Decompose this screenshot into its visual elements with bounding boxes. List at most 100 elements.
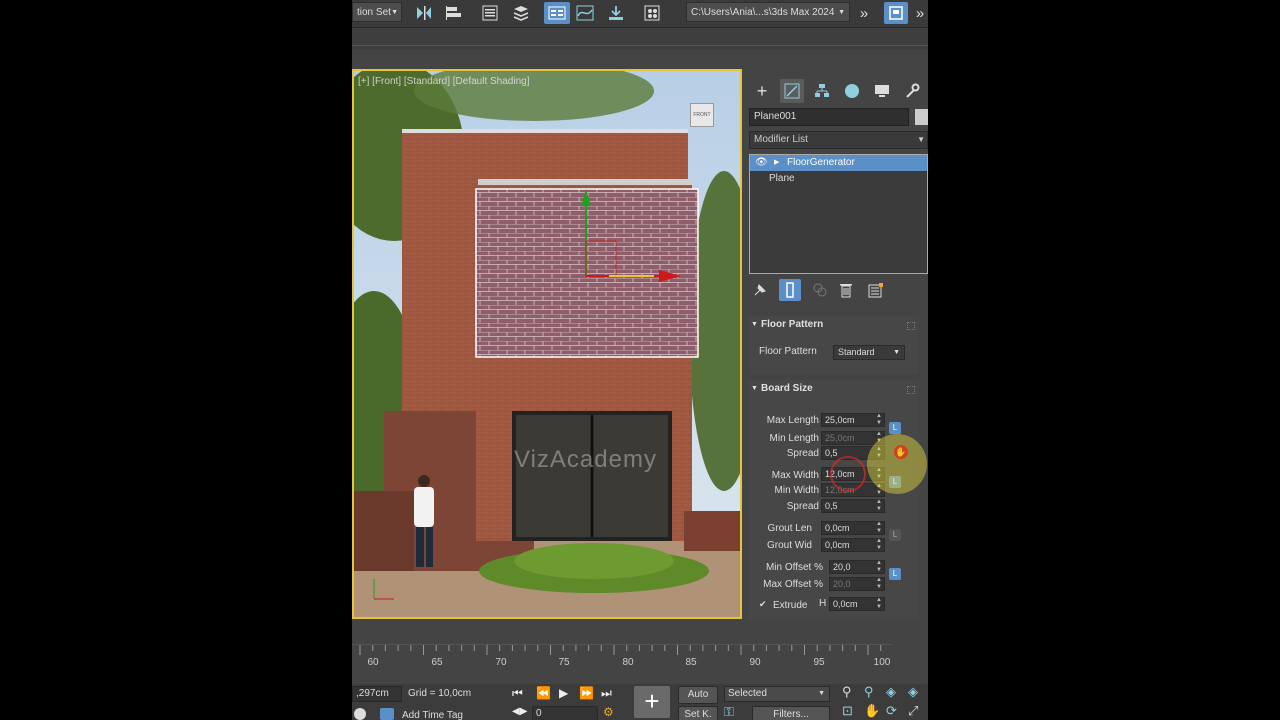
spinner-arrows-icon[interactable]: ▲ ▼ xyxy=(876,577,882,591)
zoom-extents-all-icon[interactable]: ◈ xyxy=(908,684,918,700)
field-of-view-icon[interactable]: ⊡ xyxy=(842,703,853,719)
trash-icon[interactable] xyxy=(835,279,857,301)
hierarchy-tab-icon[interactable] xyxy=(810,79,834,103)
zoom-extents-icon[interactable]: ◈ xyxy=(886,684,896,700)
spinner-arrows-icon[interactable]: ▲ ▼ xyxy=(876,560,882,574)
stack-item-floorgenerator[interactable]: 👁 ▶ FloorGenerator xyxy=(750,155,927,171)
motion-tab-icon[interactable] xyxy=(840,79,864,103)
modifier-list-dropdown[interactable]: Modifier List ▼ xyxy=(749,131,928,149)
set-key-icon[interactable]: + xyxy=(634,686,670,718)
time-tag-icon[interactable] xyxy=(354,708,366,720)
min-offset-label: Min Offset % xyxy=(765,562,823,573)
rollout-header[interactable]: Board Size xyxy=(749,380,919,398)
object-color-swatch[interactable] xyxy=(915,109,928,125)
grip-icon[interactable] xyxy=(907,386,915,394)
grout-lock-icon[interactable]: L xyxy=(889,529,901,541)
time-config-icon[interactable]: ⚙ xyxy=(603,705,614,719)
min-offset-spinner[interactable]: 20,0 ▲ ▼ xyxy=(829,560,885,574)
secondary-toolbar xyxy=(352,28,928,50)
floor-pattern-dropdown[interactable]: Standard ▼ xyxy=(833,345,905,360)
previous-frame-icon[interactable]: ⏪ xyxy=(536,686,551,700)
go-to-end-icon[interactable]: ⏭ xyxy=(601,686,612,701)
length-lock-icon[interactable]: L xyxy=(889,422,901,434)
display-tab-icon[interactable] xyxy=(870,79,894,103)
offset-lock-icon[interactable]: L xyxy=(889,568,901,580)
tick-label: 100 xyxy=(873,657,891,668)
schematic-view-icon[interactable] xyxy=(604,2,628,24)
timeline[interactable]: 60 65 70 75 80 85 90 95 100 xyxy=(352,644,928,684)
lock-label: L xyxy=(892,530,898,539)
play-icon[interactable]: ▶ xyxy=(559,686,568,700)
object-name-field[interactable]: Plane001 xyxy=(749,108,909,126)
spinner-arrows-icon[interactable]: ▲ ▼ xyxy=(876,499,882,513)
floor-pattern-label: Floor Pattern xyxy=(759,346,817,357)
stack-item-plane[interactable]: Plane xyxy=(750,171,927,187)
chevron-right-icon[interactable]: ▶ xyxy=(774,155,779,171)
front-viewport[interactable]: [+] [Front] [Standard] [Default Shading]… xyxy=(352,69,742,619)
spread-width-spinner[interactable]: 0,5 ▲ ▼ xyxy=(821,499,885,513)
divider xyxy=(352,45,928,46)
pin-stack-icon[interactable] xyxy=(749,279,771,301)
max-length-label: Max Length xyxy=(766,415,819,426)
grout-len-spinner[interactable]: 0,0cm ▲ ▼ xyxy=(821,521,885,535)
set-key-button[interactable]: Set K. xyxy=(678,706,718,720)
tick-label: 85 xyxy=(685,657,697,668)
selection-set-label: tion Set xyxy=(357,7,391,18)
status-bar: ,297cm Grid = 10,0cm Add Time Tag ⏮ ⏪ ▶ … xyxy=(352,684,928,720)
mirror-icon[interactable] xyxy=(412,2,436,24)
coord-z-field[interactable]: ,297cm xyxy=(352,686,402,702)
zoom-all-icon[interactable]: ⚲ xyxy=(864,684,874,700)
material-editor-icon[interactable] xyxy=(640,2,664,24)
grip-icon[interactable] xyxy=(907,322,915,330)
tick-label: 95 xyxy=(813,657,825,668)
align-icon[interactable] xyxy=(442,2,466,24)
key-filters-icon[interactable]: ⚿ xyxy=(724,704,734,720)
eye-icon[interactable]: 👁 xyxy=(755,155,768,171)
spinner-arrows-icon[interactable]: ▲ ▼ xyxy=(876,521,882,535)
grout-wid-spinner[interactable]: 0,0cm ▲ ▼ xyxy=(821,538,885,552)
rollout-header[interactable]: Floor Pattern xyxy=(749,316,919,334)
max-length-spinner[interactable]: 25,0cm ▲ ▼ xyxy=(821,413,885,427)
layer-explorer-icon[interactable] xyxy=(509,2,533,24)
spinner-arrows-icon[interactable]: ▲ ▼ xyxy=(876,538,882,552)
workspace-icon[interactable] xyxy=(884,2,908,24)
pan-hand-icon[interactable]: ✋ xyxy=(864,703,880,719)
selected-dropdown[interactable]: Selected ▼ xyxy=(724,686,830,702)
go-to-start-icon[interactable]: ⏮ xyxy=(512,686,523,701)
configure-modifier-sets-icon[interactable] xyxy=(865,279,887,301)
curve-editor-icon[interactable] xyxy=(573,2,597,24)
extrude-height-spinner[interactable]: 0,0cm ▲ ▼ xyxy=(829,597,885,611)
utilities-tab-icon[interactable] xyxy=(900,79,924,103)
show-end-result-icon[interactable] xyxy=(779,279,801,301)
viewport-label[interactable]: [+] [Front] [Standard] [Default Shading] xyxy=(358,76,530,87)
key-mode-icon[interactable]: ◀▶ xyxy=(512,706,527,717)
add-time-tag-label[interactable]: Add Time Tag xyxy=(402,710,463,720)
scene-explorer-icon[interactable] xyxy=(478,2,502,24)
project-path-dropdown[interactable]: C:\Users\Ania\...s\3ds Max 2024 ▼ xyxy=(686,2,850,22)
ribbon-toggle-icon[interactable] xyxy=(544,2,570,24)
viewcube[interactable]: FRONT xyxy=(690,103,714,127)
orbit-icon[interactable]: ⟳ xyxy=(886,703,897,719)
maximize-viewport-icon[interactable]: ⤢ xyxy=(908,703,918,719)
filters-button[interactable]: Filters... xyxy=(752,706,830,720)
spinner-arrows-icon[interactable]: ▲ ▼ xyxy=(876,413,882,427)
board-size-rollout: Board Size Max Length 25,0cm ▲▼ Min Lengt… xyxy=(749,380,919,619)
time-ruler[interactable]: 60 65 70 75 80 85 90 95 100 xyxy=(352,644,892,669)
max-offset-spinner[interactable]: 20,0 ▲ ▼ xyxy=(829,577,885,591)
grout-wid-label: Grout Wid xyxy=(766,540,812,551)
extrude-h-label: H xyxy=(819,598,827,609)
double-chevron-right-icon[interactable]: » xyxy=(852,2,876,24)
current-frame-field[interactable]: 0 xyxy=(532,706,598,720)
min-width-label: Min Width xyxy=(774,485,819,496)
create-tab-icon[interactable]: + xyxy=(750,79,774,103)
zoom-icon[interactable]: ⚲ xyxy=(842,684,852,700)
extrude-checkbox[interactable]: ✔ xyxy=(759,600,768,609)
modify-tab-icon[interactable] xyxy=(780,79,804,103)
selection-set-dropdown[interactable]: tion Set ▼ xyxy=(352,2,402,22)
time-tag-color-icon[interactable] xyxy=(380,708,394,720)
spinner-arrows-icon[interactable]: ▲ ▼ xyxy=(876,597,882,611)
auto-key-button[interactable]: Auto xyxy=(678,686,718,704)
next-frame-icon[interactable]: ⏩ xyxy=(579,686,594,700)
make-unique-icon[interactable] xyxy=(809,279,831,301)
double-chevron-right-icon[interactable]: » xyxy=(912,2,928,24)
